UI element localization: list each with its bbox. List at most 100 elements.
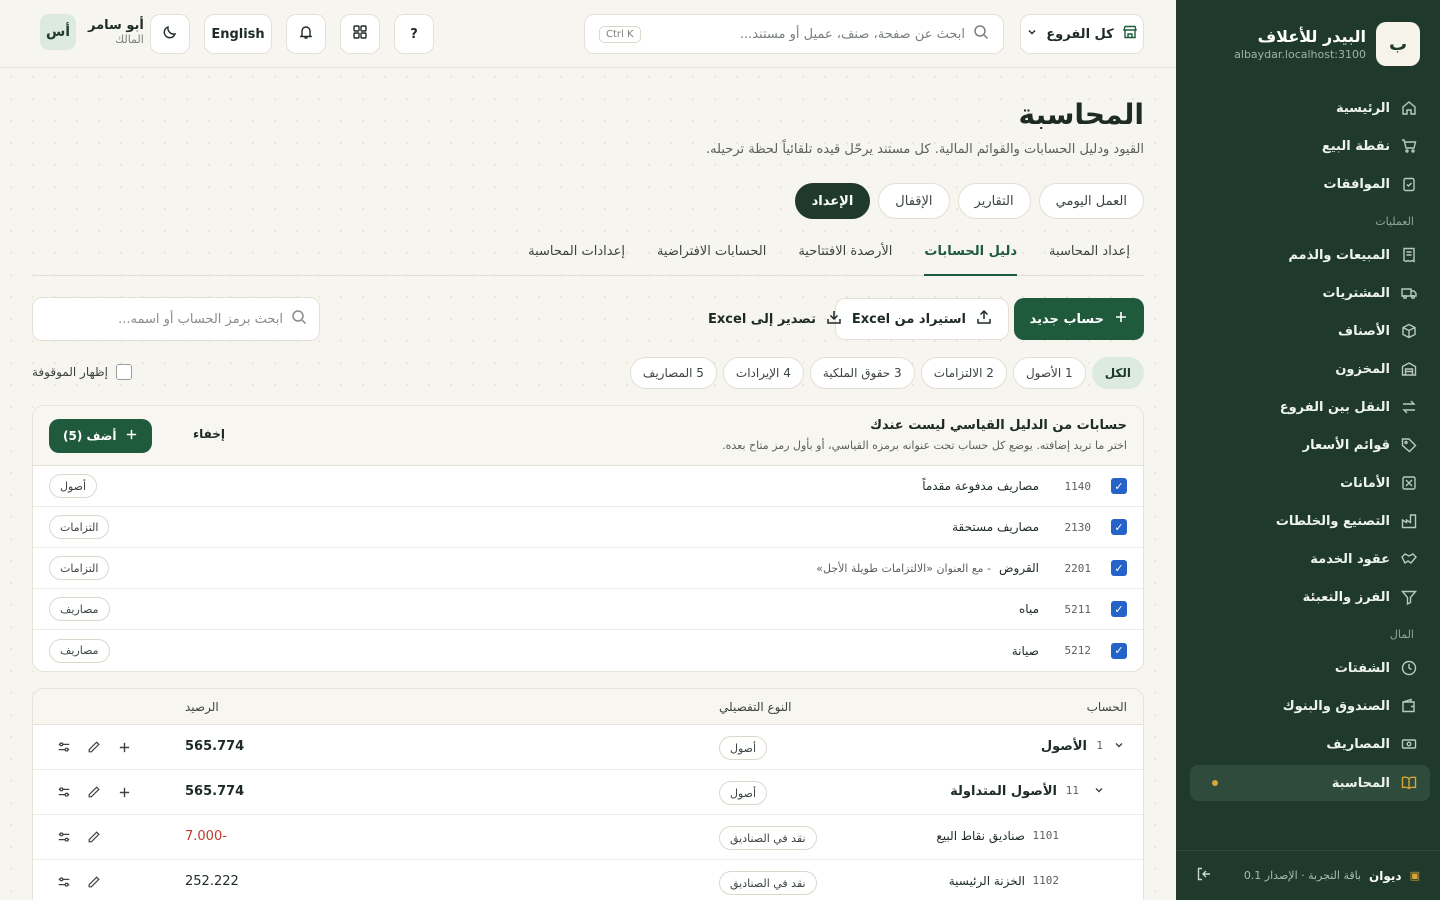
main-content: المحاسبة القيود ودليل الحسابات والقوائم … [0,68,1176,900]
import-excel-label: استيراد من Excel [851,311,966,327]
checkbox-checked[interactable]: ✓ [1111,560,1127,576]
account-code: 5212 [1064,644,1092,657]
sidebar-item-cash-banks[interactable]: الصندوق والبنوك [1190,688,1430,724]
sidebar-item-label: النقل بين الفروع [1279,399,1390,415]
sidebar-item-label: الأمانات [1340,475,1390,491]
sidebar-item-accounting[interactable]: المحاسبة [1190,765,1430,801]
sidebar-item-branch-transfer[interactable]: النقل بين الفروع [1190,389,1430,425]
table-row[interactable]: 1101 صناديق نقاط البيع نقد في الصناديق 7… [33,815,1143,860]
apps-button[interactable] [340,14,380,54]
account-type-tag: التزامات [49,556,110,580]
handshake-icon [1400,550,1418,568]
sidebar-item-approvals[interactable]: الموافقات [1190,166,1430,202]
checkbox-checked[interactable]: ✓ [1111,601,1127,617]
sidebar-item-label: المصاريف [1326,736,1390,752]
subtabs: إعداد المحاسبة دليل الحسابات الأرصدة الا… [32,236,1144,276]
account-type-tag: نقد في الصناديق [719,871,817,895]
sidebar-item-pos[interactable]: نقطة البيع [1190,128,1430,164]
help-button[interactable]: ? [394,14,434,54]
tab-accounting-setup[interactable]: إعداد المحاسبة [1049,236,1130,276]
suggestion-row[interactable]: ✓ 2130 مصاريف مستحقة التزامات [33,507,1143,548]
settings-sliders-icon[interactable] [55,828,73,846]
pill-setup[interactable]: الإعداد [794,183,871,219]
settings-sliders-icon[interactable] [55,783,73,801]
filter-icon [1400,588,1418,606]
table-row[interactable]: 1 الأصول أصول 565.774 [33,725,1143,770]
import-excel-button[interactable]: استيراد من Excel [834,298,1009,340]
hide-suggestions-button[interactable]: إخفاء [193,427,225,441]
account-name: صناديق نقاط البيع [936,829,1025,843]
sidebar-item-label: الفرز والتعبئة [1302,589,1390,605]
sidebar-item-items[interactable]: الأصناف [1190,313,1430,349]
filter-all[interactable]: الكل [1091,357,1144,389]
sidebar-item-consignments[interactable]: الأمانات [1190,465,1430,501]
suggestion-row[interactable]: ✓ 2201 القروض - مع العنوان «الالتزامات طو… [33,548,1143,589]
edit-icon[interactable] [85,873,103,891]
suggestion-row[interactable]: ✓ 5211 مياه مصاريف [33,589,1143,630]
sidebar-item-expenses[interactable]: المصاريف [1190,726,1430,762]
account-balance: 565.774 [185,739,245,754]
branch-selector[interactable]: كل الفروع [1020,14,1144,54]
filter-liabilities[interactable]: 2 الالتزامات [920,357,1007,389]
account-search-input[interactable]: ابحث برمز الحساب أو اسمه... [32,297,320,341]
language-button[interactable]: English [204,14,272,54]
table-row[interactable]: 1102 الخزنة الرئيسية نقد في الصناديق 252… [33,860,1143,900]
brand[interactable]: ب البيدر للأعلاف albaydar.localhost:3100 [1234,22,1420,66]
suggestion-row[interactable]: ✓ 1140 مصاريف مدفوعة مقدماً أصول [33,466,1143,507]
filter-assets[interactable]: 1 الأصول [1012,357,1086,389]
sidebar-item-shifts[interactable]: الشفتات [1190,650,1430,686]
suggestion-row[interactable]: ✓ 5212 صيانة مصاريف [33,630,1143,671]
branch-label: كل الفروع [1046,26,1114,42]
add-selected-button[interactable]: أضف (5) [49,419,152,453]
user-menu[interactable]: أس أبو سامر المالك [40,14,144,50]
export-excel-button[interactable]: تصدير إلى Excel [692,298,858,340]
filter-revenue[interactable]: 4 الإيرادات [722,357,804,389]
chevron-down-icon[interactable] [1113,739,1125,754]
sidebar-item-inventory[interactable]: المخزون [1190,351,1430,387]
sidebar-item-sales[interactable]: المبيعات والذمم [1190,237,1430,273]
sidebar-item-service-contracts[interactable]: عقود الخدمة [1190,541,1430,577]
new-account-button[interactable]: حساب جديد [1013,298,1144,340]
chevron-down-icon[interactable] [1093,784,1105,799]
header-balance: الرصيد [185,700,219,714]
add-child-icon[interactable] [115,738,133,756]
sidebar-item-sorting[interactable]: الفرز والتعبئة [1190,579,1430,615]
pill-reports[interactable]: التقارير [957,183,1031,219]
show-stopped-toggle[interactable]: إظهار الموقوفة [32,364,132,380]
home-icon [1400,99,1418,117]
global-search-input[interactable]: ابحث عن صفحة، صنف، عميل أو مستند... Ctrl… [584,14,1004,54]
tab-accounting-settings[interactable]: إعدادات المحاسبة [528,236,625,276]
brand-host: albaydar.localhost:3100 [1234,48,1366,61]
sidebar-item-purchases[interactable]: المشتريات [1190,275,1430,311]
add-child-icon[interactable] [115,783,133,801]
sidebar-item-home[interactable]: الرئيسية [1190,90,1430,126]
checkbox-checked[interactable]: ✓ [1111,478,1127,494]
tab-chart-of-accounts[interactable]: دليل الحسابات [924,236,1018,276]
tab-default-accounts[interactable]: الحسابات الافتراضية [657,236,766,276]
checkbox-checked[interactable]: ✓ [1111,519,1127,535]
pill-daily-work[interactable]: العمل اليومي [1038,183,1144,219]
edit-icon[interactable] [85,828,103,846]
notifications-button[interactable] [286,14,326,54]
grid-icon [352,24,368,44]
theme-toggle-button[interactable] [150,14,190,54]
checkbox-checked[interactable]: ✓ [1111,642,1127,659]
settings-sliders-icon[interactable] [55,738,73,756]
edit-icon[interactable] [85,738,103,756]
edit-icon[interactable] [85,783,103,801]
account-name: القروض [999,561,1039,575]
search-icon [291,309,307,329]
sidebar-item-price-lists[interactable]: قوائم الأسعار [1190,427,1430,463]
plan-info: باقة التجربة · الإصدار 0.1 [1243,869,1362,882]
settings-sliders-icon[interactable] [55,873,73,891]
tab-opening-balances[interactable]: الأرصدة الافتتاحية [798,236,892,276]
search-icon [973,24,989,44]
sidebar-item-manufacturing[interactable]: التصنيع والخلطات [1190,503,1430,539]
cart-icon [1400,137,1418,155]
filter-equity[interactable]: 3 حقوق الملكية [809,357,915,389]
filter-expenses[interactable]: 5 المصاريف [629,357,717,389]
pill-closing[interactable]: الإقفال [878,183,950,219]
show-stopped-checkbox[interactable] [115,364,132,380]
logout-icon[interactable] [1196,866,1212,885]
table-row[interactable]: 11 الأصول المتداولة أصول 565.774 [33,770,1143,815]
